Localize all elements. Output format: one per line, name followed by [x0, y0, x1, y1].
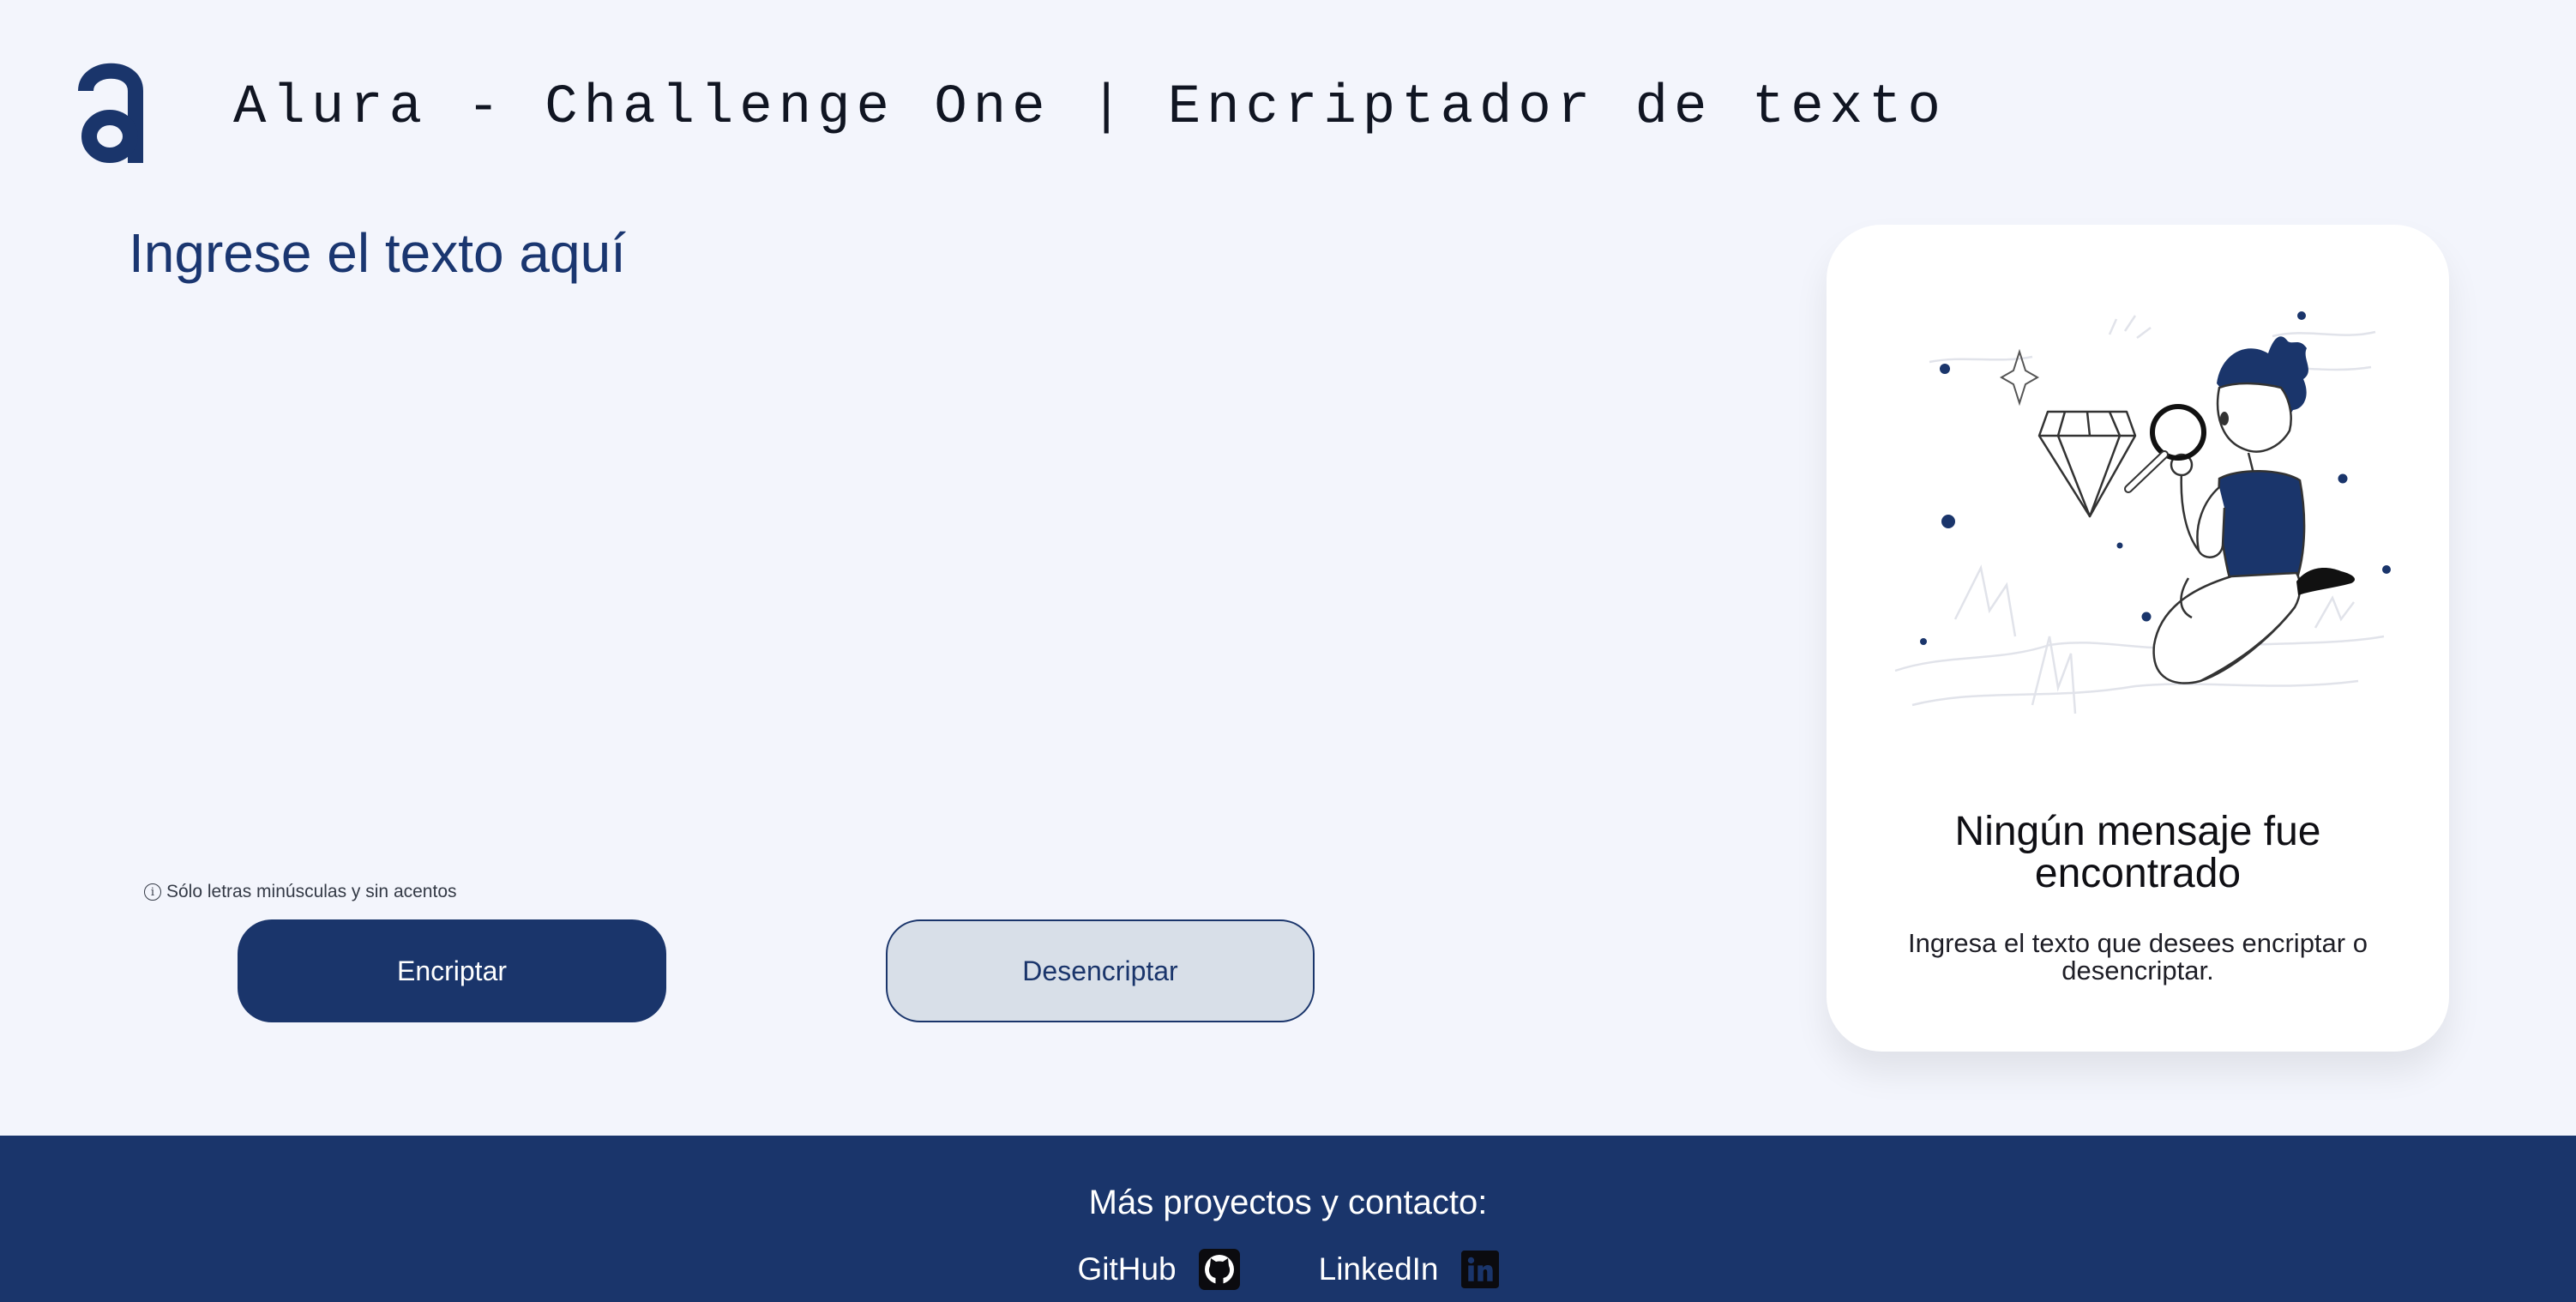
text-input[interactable]	[129, 221, 1758, 839]
footer: Más proyectos y contacto: GitHub LinkedI…	[0, 1136, 2576, 1302]
alura-logo-icon[interactable]	[72, 57, 149, 168]
linkedin-link[interactable]: LinkedIn	[1319, 1249, 1499, 1290]
input-hint: i Sólo letras minúsculas y sin acentos	[144, 882, 457, 902]
result-card: Ningún mensaje fue encontrado Ingresa el…	[1827, 225, 2449, 1052]
page: Alura - Challenge One | Encriptador de t…	[0, 0, 2576, 1302]
decrypt-button[interactable]: Desencriptar	[886, 919, 1315, 1022]
footer-heading: Más proyectos y contacto:	[1088, 1184, 1488, 1221]
empty-state-title: Ningún mensaje fue encontrado	[1954, 809, 2321, 896]
person-with-magnifying-glass-illustration	[1894, 311, 2391, 714]
linkedin-icon[interactable]	[1460, 1251, 1499, 1288]
linkedin-link-label: LinkedIn	[1318, 1251, 1439, 1287]
page-title: Alura - Challenge One | Encriptador de t…	[233, 77, 1947, 139]
info-icon: i	[144, 883, 161, 901]
github-link[interactable]: GitHub	[1077, 1249, 1240, 1290]
github-link-label: GitHub	[1077, 1251, 1177, 1287]
footer-links: GitHub LinkedIn	[0, 1249, 2576, 1290]
hint-text: Sólo letras minúsculas y sin acentos	[166, 882, 457, 901]
github-icon[interactable]	[1198, 1249, 1240, 1290]
encrypt-button[interactable]: Encriptar	[238, 919, 666, 1022]
empty-state-text: Ingresa el texto que desees encriptar o …	[1908, 928, 2368, 986]
